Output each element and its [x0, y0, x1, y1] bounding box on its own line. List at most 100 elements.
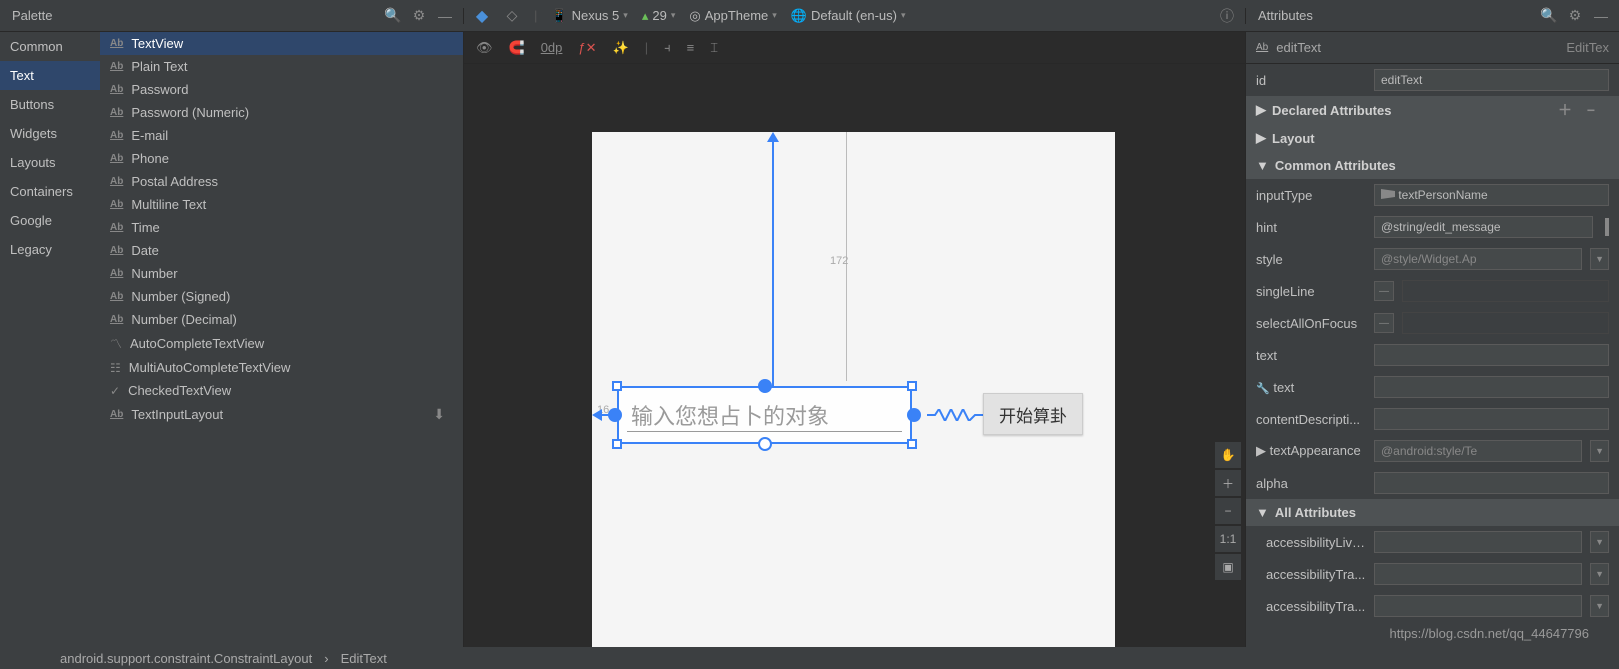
- widget-icon: Ab: [110, 291, 123, 302]
- palette-category-legacy[interactable]: Legacy: [0, 235, 100, 264]
- dropdown-icon[interactable]: ▼: [1590, 248, 1609, 270]
- guideline-icon[interactable]: ⌶: [710, 40, 718, 56]
- view-mode-icon[interactable]: 👁: [476, 40, 493, 56]
- attr-ta-input[interactable]: [1374, 440, 1582, 462]
- palette-category-common[interactable]: Common: [0, 32, 100, 61]
- theme-name: AppTheme: [705, 8, 769, 23]
- palette-category-widgets[interactable]: Widgets: [0, 119, 100, 148]
- palette-item[interactable]: AbNumber: [100, 262, 463, 285]
- watermark: https://blog.csdn.net/qq_44647796: [1390, 626, 1590, 641]
- design-canvas[interactable]: 👁 🧲 0dp ƒ✕ ✨ | ⫞ ≡ ⌶ 172 16 输入您想占卜的对象: [464, 32, 1245, 647]
- resource-picker-icon[interactable]: [1605, 218, 1609, 236]
- attributes-title: Attributes: [1246, 8, 1325, 23]
- attr-hint-input[interactable]: [1374, 216, 1593, 238]
- palette-item[interactable]: AbMultiline Text: [100, 193, 463, 216]
- palette-item[interactable]: AbNumber (Signed): [100, 285, 463, 308]
- attr-style-input[interactable]: [1374, 248, 1582, 270]
- palette-item[interactable]: AbE-mail: [100, 124, 463, 147]
- palette-item-label: AutoCompleteTextView: [130, 336, 264, 351]
- attr-text2-label: 🔧 text: [1256, 380, 1366, 395]
- minimize-icon[interactable]: —: [437, 8, 453, 24]
- attr-settings-icon[interactable]: ⚙: [1567, 8, 1583, 24]
- margin-selector[interactable]: 0dp: [541, 40, 563, 55]
- palette-item-label: E-mail: [131, 128, 168, 143]
- section-declared[interactable]: ▶Declared Attributes＋−: [1246, 96, 1619, 124]
- theme-selector[interactable]: ◎AppTheme▾: [689, 8, 776, 24]
- palette-item[interactable]: AbNumber (Decimal): [100, 308, 463, 331]
- widget-icon: Ab: [110, 84, 123, 95]
- zoom-in-icon[interactable]: ＋: [1215, 470, 1241, 496]
- palette-item[interactable]: AbPlain Text: [100, 55, 463, 78]
- attr-input[interactable]: [1374, 563, 1582, 585]
- attr-inputtype-value[interactable]: textPersonName: [1374, 184, 1609, 206]
- magnet-icon[interactable]: 🧲: [509, 40, 525, 56]
- attr-ta-label: ▶ textAppearance: [1256, 443, 1366, 459]
- zoom-out-icon[interactable]: −: [1215, 498, 1241, 524]
- design-tab-icon[interactable]: ◆: [474, 8, 490, 24]
- warning-icon[interactable]: ⓘ: [1219, 8, 1235, 24]
- align-icon[interactable]: ≡: [687, 40, 695, 55]
- device-selector[interactable]: 📱Nexus 5▾: [551, 8, 627, 24]
- attr-input[interactable]: [1374, 531, 1582, 553]
- palette-item[interactable]: 〽AutoCompleteTextView: [100, 331, 463, 356]
- breadcrumb-root[interactable]: android.support.constraint.ConstraintLay…: [60, 651, 312, 666]
- fullscreen-icon[interactable]: ▣: [1215, 554, 1241, 580]
- search-icon[interactable]: 🔍: [385, 8, 401, 24]
- download-icon[interactable]: ⬇: [433, 406, 445, 423]
- device-preview[interactable]: 172 16 输入您想占卜的对象: [592, 132, 1115, 652]
- api-level: 29: [652, 8, 666, 23]
- palette-item[interactable]: AbTextInputLayout⬇: [100, 402, 463, 427]
- dropdown-icon[interactable]: ▼: [1590, 595, 1609, 617]
- palette-item[interactable]: AbDate: [100, 239, 463, 262]
- palette-category-google[interactable]: Google: [0, 206, 100, 235]
- palette-item[interactable]: AbPassword: [100, 78, 463, 101]
- button-widget[interactable]: 开始算卦: [983, 393, 1083, 435]
- palette-item[interactable]: AbPostal Address: [100, 170, 463, 193]
- palette-item[interactable]: AbPassword (Numeric): [100, 101, 463, 124]
- infer-constraints-icon[interactable]: ✨: [613, 40, 629, 56]
- add-icon[interactable]: ＋: [1557, 102, 1573, 118]
- attr-alpha-input[interactable]: [1374, 472, 1609, 494]
- edittext-widget[interactable]: 输入您想占卜的对象: [612, 381, 917, 449]
- measure-top: 172: [830, 255, 848, 267]
- attr-minimize-icon[interactable]: —: [1593, 8, 1609, 24]
- attr-singleline-check[interactable]: —: [1374, 281, 1394, 301]
- attr-text-input[interactable]: [1374, 344, 1609, 366]
- clear-constraints-icon[interactable]: ƒ✕: [578, 40, 596, 56]
- attr-selall-check[interactable]: —: [1374, 313, 1394, 333]
- section-common[interactable]: ▼Common Attributes: [1246, 152, 1619, 179]
- palette-item[interactable]: AbTime: [100, 216, 463, 239]
- section-layout[interactable]: ▶Layout: [1246, 124, 1619, 152]
- section-all[interactable]: ▼All Attributes: [1246, 499, 1619, 526]
- dropdown-icon[interactable]: ▼: [1590, 440, 1609, 462]
- attr-input[interactable]: [1374, 595, 1582, 617]
- pack-icon[interactable]: ⫞: [664, 40, 671, 56]
- palette-item[interactable]: AbTextView: [100, 32, 463, 55]
- attr-text2-input[interactable]: [1374, 376, 1609, 398]
- remove-icon[interactable]: −: [1583, 102, 1599, 118]
- dropdown-icon[interactable]: ▼: [1590, 531, 1609, 553]
- palette-item[interactable]: ☷MultiAutoCompleteTextView: [100, 356, 463, 379]
- attr-search-icon[interactable]: 🔍: [1541, 8, 1557, 24]
- palette-category-text[interactable]: Text: [0, 61, 100, 90]
- blueprint-tab-icon[interactable]: ◇: [504, 8, 520, 24]
- attr-id-input[interactable]: [1374, 69, 1609, 91]
- breadcrumb-leaf[interactable]: EditText: [341, 651, 387, 666]
- locale-selector[interactable]: 🌐Default (en-us)▾: [791, 8, 906, 24]
- attr-hint-label: hint: [1256, 220, 1366, 235]
- settings-icon[interactable]: ⚙: [411, 8, 427, 24]
- palette-category-layouts[interactable]: Layouts: [0, 148, 100, 177]
- dropdown-icon[interactable]: ▼: [1590, 563, 1609, 585]
- palette-category-buttons[interactable]: Buttons: [0, 90, 100, 119]
- attr-cd-input[interactable]: [1374, 408, 1609, 430]
- fit-screen-icon[interactable]: 1:1: [1215, 526, 1241, 552]
- attr-id-label: id: [1256, 73, 1366, 88]
- api-selector[interactable]: ▴29▾: [642, 8, 676, 24]
- palette-item[interactable]: AbPhone: [100, 147, 463, 170]
- pan-tool-icon[interactable]: ✋: [1215, 442, 1241, 468]
- widget-icon: ✓: [110, 384, 120, 398]
- palette-item[interactable]: ✓CheckedTextView: [100, 379, 463, 402]
- palette-category-containers[interactable]: Containers: [0, 177, 100, 206]
- attr-label: accessibilityTra...: [1256, 599, 1366, 614]
- palette-item-label: TextInputLayout: [131, 407, 223, 422]
